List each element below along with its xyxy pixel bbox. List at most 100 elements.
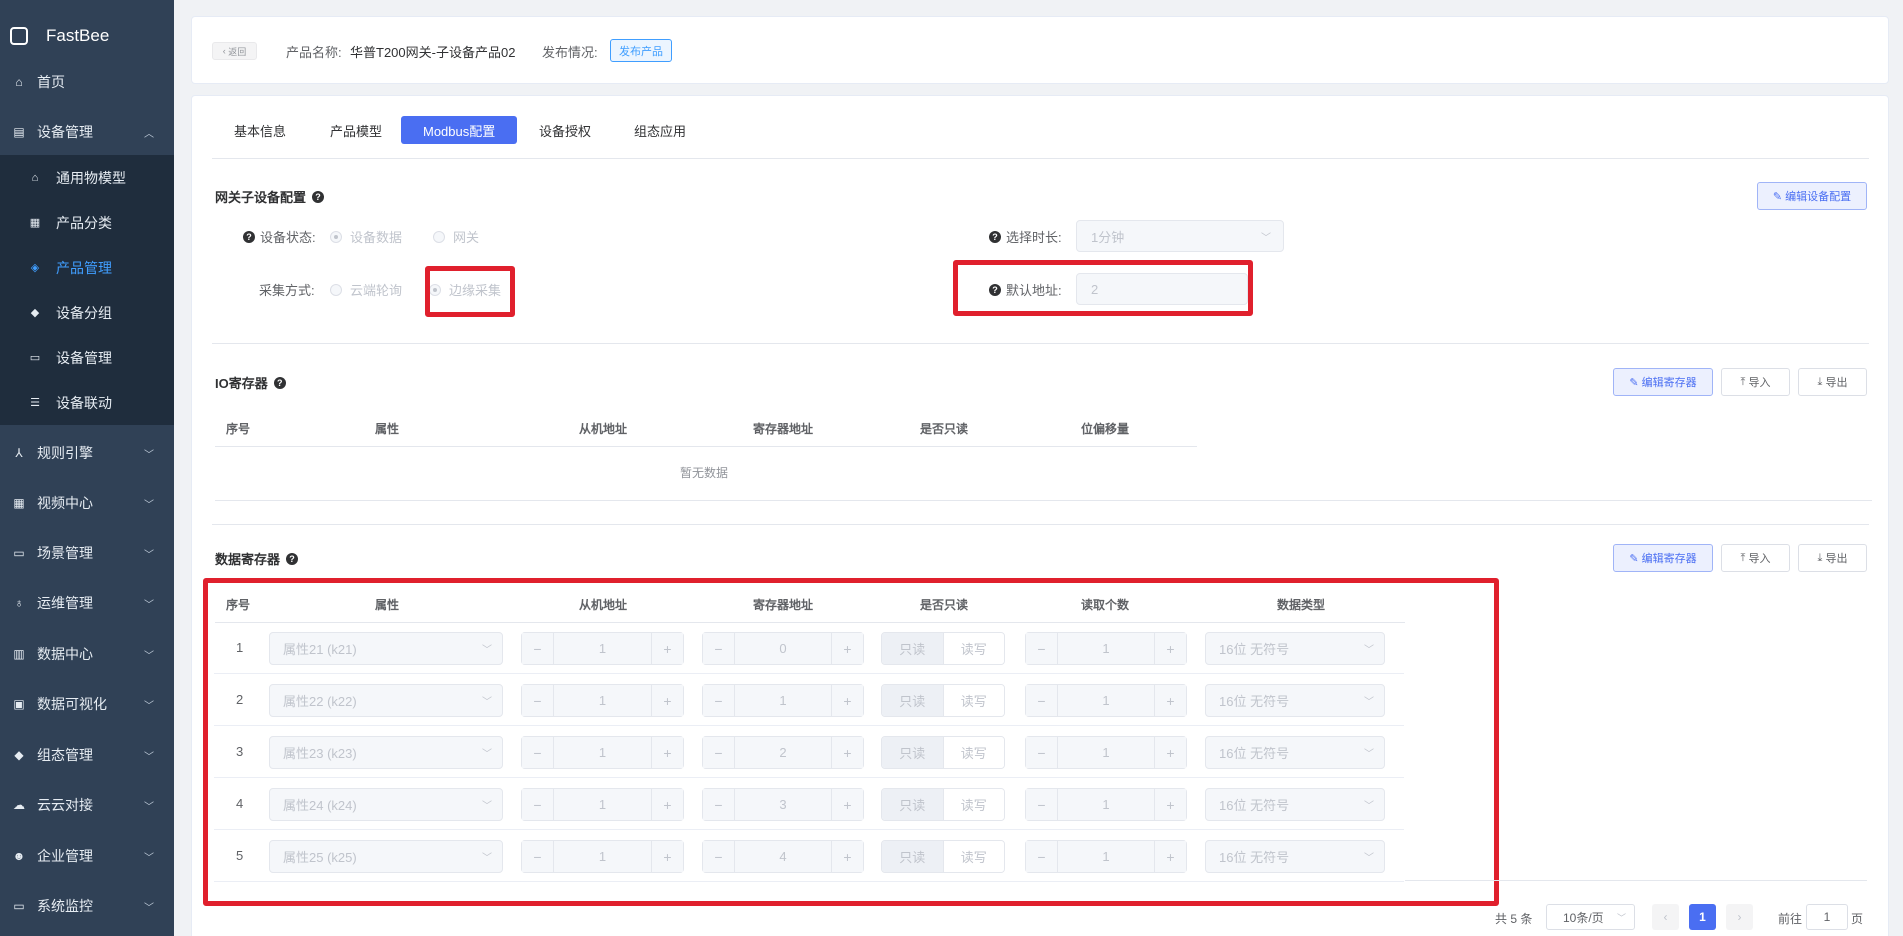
upload-icon: ⤒ <box>1740 551 1749 564</box>
io-edit-register-button[interactable]: ✎ 编辑寄存器 <box>1613 368 1713 396</box>
sidebar-item-enterprise[interactable]: ☻ 企业管理 ﹀ <box>0 831 174 881</box>
prev-page-button[interactable]: ‹ <box>1652 904 1679 930</box>
section-divider <box>212 524 1869 525</box>
io-col-readonly: 是否只读 <box>920 422 969 436</box>
help-icon[interactable]: ? <box>312 190 325 203</box>
io-export-label: 导出 <box>1825 377 1848 389</box>
chevron-down-icon: ﹀ <box>144 650 154 662</box>
radio-label: 设备数据 <box>350 230 403 245</box>
edit-device-config-button[interactable]: ✎ 编辑设备配置 <box>1757 182 1867 210</box>
sidebar-item-visual[interactable]: ▣ 数据可视化 ﹀ <box>0 679 174 729</box>
chevron-down-icon: ﹀ <box>144 852 154 864</box>
gateway-config-title-text: 网关子设备配置 <box>215 190 307 205</box>
io-export-button[interactable]: ⤓ 导出 <box>1798 368 1867 396</box>
page-1-button[interactable]: 1 <box>1689 904 1716 930</box>
data-import-button[interactable]: ⤒ 导入 <box>1721 544 1790 572</box>
sidebar-subitem-category[interactable]: ▦ 产品分类 <box>0 200 174 245</box>
page-size-select[interactable]: 10条/页 ﹀ <box>1546 904 1635 930</box>
chevron-down-icon: ﹀ <box>144 700 154 712</box>
highlight-box-edge <box>425 266 515 317</box>
sidebar-item-label: 场景管理 <box>37 545 93 561</box>
device-status-label-text: 设备状态: <box>260 230 316 245</box>
io-import-button[interactable]: ⤒ 导入 <box>1721 368 1790 396</box>
app-title: FastBee <box>46 26 110 45</box>
device-icon: ▤ <box>13 125 25 139</box>
duration-value: 1分钟 <box>1091 229 1125 245</box>
help-icon[interactable]: ? <box>989 230 1001 243</box>
radio-cloud-polling[interactable]: 云端轮询 <box>330 280 402 299</box>
rule-icon: ⅄ <box>15 446 23 460</box>
radio-gateway[interactable]: 网关 <box>433 227 479 246</box>
publish-product-button[interactable]: 发布产品 <box>610 39 672 62</box>
sidebar-item-label: 首页 <box>37 74 65 90</box>
pagination-total: 共 5 条 <box>1495 912 1533 926</box>
home-icon: ⌂ <box>15 75 23 89</box>
sidebar-subitem-product[interactable]: ◈ 产品管理 <box>0 245 174 290</box>
page-suffix: 页 <box>1851 912 1864 926</box>
io-col-attr: 属性 <box>375 422 400 436</box>
sidebar: FastBee ⌂ 首页 ▤ 设备管理 ︿ ⌂ 通用物模型 ▦ 产品分类 ◈ 产品管理 ◆ 设… <box>0 0 174 936</box>
sidebar-item-ops[interactable]: ♁ 运维管理 ﹀ <box>0 578 174 628</box>
sidebar-subitem-group[interactable]: ◆ 设备分组 <box>0 290 174 335</box>
sidebar-item-label: 设备管理 <box>37 124 93 140</box>
tab-product-model[interactable]: 产品模型 <box>308 116 404 144</box>
table-bottom-divider <box>1405 880 1867 881</box>
back-button[interactable]: ‹ 返回 <box>212 42 257 60</box>
upload-icon: ⤒ <box>1740 375 1749 388</box>
goto-page-input[interactable]: 1 <box>1806 904 1848 930</box>
chevron-down-icon: ﹀ <box>144 751 154 763</box>
sidebar-subitem-thing-model[interactable]: ⌂ 通用物模型 <box>0 155 174 200</box>
help-icon[interactable]: ? <box>286 552 299 565</box>
sidebar-item-device-mgmt[interactable]: ▤ 设备管理 ︿ <box>0 107 174 157</box>
sidebar-item-video[interactable]: ▦ 视频中心 ﹀ <box>0 478 174 528</box>
sidebar-item-scene[interactable]: ▭ 场景管理 ﹀ <box>0 528 174 578</box>
sidebar-subitem-label: 通用物模型 <box>56 169 126 186</box>
help-icon[interactable]: ? <box>273 376 286 389</box>
sidebar-item-home[interactable]: ⌂ 首页 <box>0 57 174 107</box>
sidebar-item-label: 企业管理 <box>37 848 93 864</box>
highlight-box-address <box>953 260 1253 316</box>
io-register-title-text: IO寄存器 <box>215 376 268 391</box>
scene-icon: ▭ <box>13 546 25 560</box>
sidebar-item-monitor[interactable]: ▭ 系统监控 ﹀ <box>0 881 174 931</box>
io-bottom-divider <box>215 500 1872 501</box>
tab-device-auth[interactable]: 设备授权 <box>517 116 613 144</box>
devices-icon: ▭ <box>29 352 41 364</box>
io-col-slave: 从机地址 <box>579 422 628 436</box>
tab-config-app[interactable]: 组态应用 <box>612 116 708 144</box>
chevron-down-icon: ﹀ <box>144 801 154 813</box>
chevron-down-icon: ﹀ <box>1261 232 1271 244</box>
highlight-box-data-table <box>203 578 1499 906</box>
next-page-button[interactable]: › <box>1726 904 1753 930</box>
group-icon: ◆ <box>30 307 40 319</box>
video-icon: ▦ <box>13 496 25 510</box>
io-header-divider <box>215 446 1197 447</box>
radio-device-data[interactable]: 设备数据 <box>330 227 402 246</box>
sidebar-subitem-linkage[interactable]: ☰ 设备联动 <box>0 380 174 425</box>
tab-basic-info[interactable]: 基本信息 <box>212 116 308 144</box>
duration-select[interactable]: 1分钟 ﹀ <box>1076 220 1284 252</box>
linkage-icon: ☰ <box>30 397 40 409</box>
sidebar-item-data[interactable]: ▥ 数据中心 ﹀ <box>0 629 174 679</box>
sidebar-item-cloud[interactable]: ☁ 云云对接 ﹀ <box>0 780 174 830</box>
publish-status-label: 发布情况: <box>542 45 598 60</box>
config-icon: ◆ <box>14 748 24 762</box>
io-col-no: 序号 <box>226 422 251 436</box>
radio-circle <box>433 230 445 243</box>
sidebar-subitem-devices[interactable]: ▭ 设备管理 <box>0 335 174 380</box>
download-icon: ⤓ <box>1817 375 1826 388</box>
sidebar-item-config[interactable]: ◆ 组态管理 ﹀ <box>0 730 174 780</box>
data-export-button[interactable]: ⤓ 导出 <box>1798 544 1867 572</box>
goto-label: 前往 <box>1778 912 1803 926</box>
gateway-config-title: 网关子设备配置? <box>215 187 325 206</box>
help-icon[interactable]: ? <box>243 230 255 243</box>
chevron-down-icon: ﹀ <box>144 549 154 561</box>
sidebar-item-label: 系统监控 <box>37 898 93 914</box>
sidebar-item-label: 云云对接 <box>37 797 93 813</box>
edit-icon: ✎ <box>1629 552 1642 565</box>
data-edit-register-button[interactable]: ✎ 编辑寄存器 <box>1613 544 1713 572</box>
data-register-title-text: 数据寄存器 <box>215 552 281 567</box>
tab-modbus-config[interactable]: Modbus配置 <box>401 116 518 144</box>
fastbee-logo-icon <box>10 27 28 45</box>
sidebar-item-rules[interactable]: ⅄ 规则引擎 ﹀ <box>0 428 174 478</box>
